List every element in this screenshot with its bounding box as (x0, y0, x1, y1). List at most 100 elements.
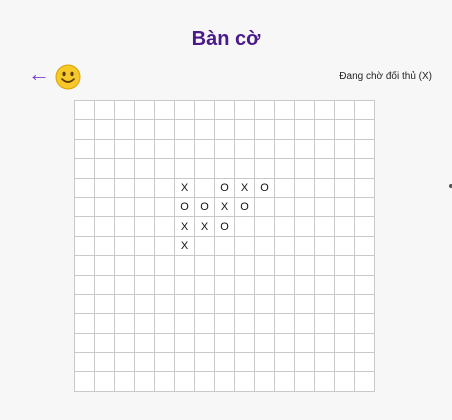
board-cell[interactable] (75, 314, 95, 334)
board-cell[interactable] (335, 139, 355, 160)
board-cell[interactable] (255, 101, 275, 121)
board-cell[interactable] (235, 120, 255, 140)
board-cell[interactable] (155, 236, 175, 257)
board-cell[interactable] (315, 314, 335, 334)
board-cell[interactable] (135, 101, 155, 121)
board-cell[interactable] (115, 275, 135, 295)
board-cell[interactable] (275, 236, 295, 257)
board-cell[interactable] (195, 101, 215, 121)
board-cell[interactable] (295, 101, 315, 121)
board-cell[interactable] (255, 120, 275, 140)
board-cell[interactable] (95, 294, 115, 315)
board-cell[interactable] (75, 139, 95, 160)
board-cell-marked[interactable]: O (215, 178, 235, 198)
board-cell[interactable] (175, 101, 195, 121)
board-cell[interactable] (155, 217, 175, 237)
board-cell[interactable] (75, 159, 95, 179)
board-cell[interactable] (95, 353, 115, 373)
board-cell[interactable] (175, 159, 195, 179)
board-cell[interactable] (295, 197, 315, 218)
board-cell[interactable] (335, 372, 355, 392)
board-cell[interactable] (215, 236, 235, 257)
board-cell[interactable] (155, 197, 175, 218)
board-cell[interactable] (335, 256, 355, 276)
board-cell[interactable] (95, 178, 115, 198)
board-cell[interactable] (335, 178, 355, 198)
board-cell[interactable] (315, 256, 335, 276)
board-cell[interactable] (95, 314, 115, 334)
board-cell[interactable] (135, 314, 155, 334)
board-cell[interactable] (215, 353, 235, 373)
board-cell[interactable] (135, 294, 155, 315)
board-cell[interactable] (355, 275, 375, 295)
board-cell[interactable] (355, 294, 375, 315)
board-cell[interactable] (295, 159, 315, 179)
board-cell[interactable] (335, 275, 355, 295)
board-cell[interactable] (275, 275, 295, 295)
board-cell[interactable] (355, 120, 375, 140)
board-cell[interactable] (255, 353, 275, 373)
board-cell[interactable] (335, 333, 355, 354)
board-cell[interactable] (155, 275, 175, 295)
board-cell-marked[interactable]: X (215, 197, 235, 218)
board-cell[interactable] (175, 372, 195, 392)
board-cell[interactable] (195, 178, 215, 198)
board-cell[interactable] (335, 120, 355, 140)
board-cell[interactable] (195, 294, 215, 315)
board-cell[interactable] (175, 314, 195, 334)
board-cell[interactable] (275, 333, 295, 354)
board-cell[interactable] (355, 236, 375, 257)
board-cell[interactable] (155, 314, 175, 334)
board-cell[interactable] (115, 353, 135, 373)
board-cell[interactable] (115, 159, 135, 179)
board-cell[interactable] (215, 101, 235, 121)
board-cell[interactable] (195, 314, 215, 334)
board-cell[interactable] (355, 159, 375, 179)
board-cell-marked[interactable]: X (175, 178, 195, 198)
board-cell[interactable] (155, 101, 175, 121)
board-cell[interactable] (355, 256, 375, 276)
board-cell[interactable] (315, 333, 335, 354)
board-cell[interactable] (335, 236, 355, 257)
board-cell[interactable] (315, 294, 335, 315)
board-cell[interactable] (255, 236, 275, 257)
board-cell[interactable] (335, 294, 355, 315)
board-cell[interactable] (115, 120, 135, 140)
board-cell[interactable] (335, 353, 355, 373)
board-cell-marked[interactable]: O (195, 197, 215, 218)
board-cell[interactable] (235, 256, 255, 276)
board-cell[interactable] (235, 236, 255, 257)
board-cell[interactable] (155, 294, 175, 315)
board-cell[interactable] (255, 275, 275, 295)
board-cell[interactable] (295, 353, 315, 373)
board-cell-marked[interactable]: O (255, 178, 275, 198)
board-cell[interactable] (75, 120, 95, 140)
board-cell[interactable] (95, 120, 115, 140)
board-cell[interactable] (355, 139, 375, 160)
board-cell[interactable] (215, 256, 235, 276)
board-cell[interactable] (255, 314, 275, 334)
board-cell[interactable] (355, 353, 375, 373)
board-cell[interactable] (75, 333, 95, 354)
back-arrow-icon[interactable]: ← (28, 63, 50, 85)
board-cell[interactable] (275, 217, 295, 237)
board-cell[interactable] (315, 236, 335, 257)
board-cell[interactable] (75, 197, 95, 218)
board-cell-marked[interactable]: X (195, 217, 215, 237)
board-cell[interactable] (155, 333, 175, 354)
board-cell[interactable] (75, 372, 95, 392)
board-cell[interactable] (255, 159, 275, 179)
board-cell[interactable] (95, 372, 115, 392)
board-cell[interactable] (195, 333, 215, 354)
board-cell[interactable] (135, 372, 155, 392)
board-cell[interactable] (155, 139, 175, 160)
board-cell[interactable] (95, 159, 115, 179)
board-cell[interactable] (195, 256, 215, 276)
board-cell[interactable] (95, 333, 115, 354)
board-cell[interactable] (335, 159, 355, 179)
board-cell[interactable] (75, 101, 95, 121)
board-cell[interactable] (95, 256, 115, 276)
board-cell[interactable] (295, 275, 315, 295)
board-cell[interactable] (195, 372, 215, 392)
board-cell[interactable] (235, 372, 255, 392)
